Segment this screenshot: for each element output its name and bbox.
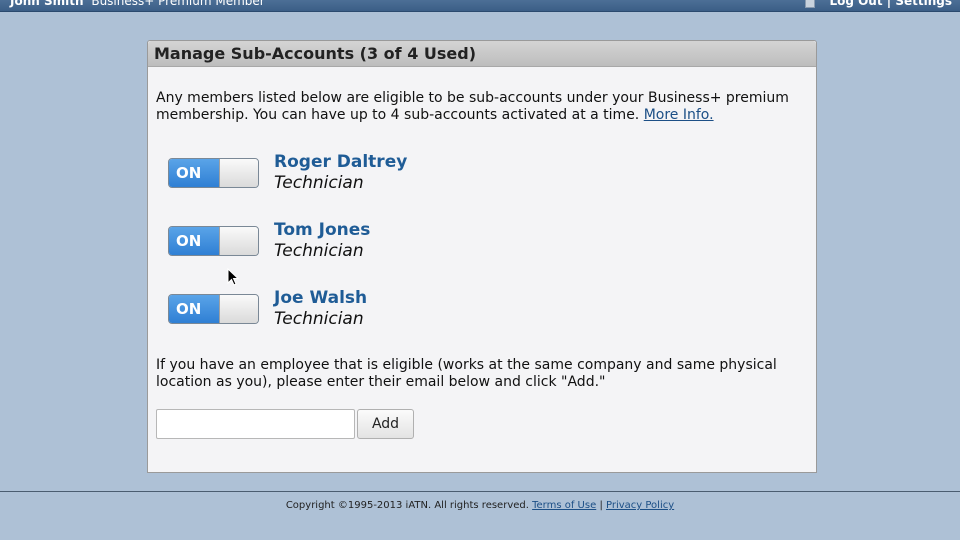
toggle-knob [219,295,258,323]
member-name: Tom Jones [274,220,371,240]
member-row: ON Joe Walsh Technician [168,288,568,338]
sub-accounts-panel: Manage Sub-Accounts (3 of 4 Used) Any me… [147,40,817,473]
footer-separator: | [599,500,603,511]
member-role: Technician [274,173,364,193]
user-info: John Smith Business+ Premium Member [10,0,265,8]
top-bar: John Smith Business+ Premium Member Log … [0,0,960,12]
more-info-link[interactable]: More Info. [644,107,714,123]
member-row: ON Roger Daltrey Technician [168,152,568,202]
terms-link[interactable]: Terms of Use [532,500,596,511]
user-name: John Smith [10,0,84,8]
intro-text: Any members listed below are eligible to… [156,90,806,124]
toggle-knob [219,227,258,255]
member-name: Joe Walsh [274,288,368,308]
account-links: Log Out | Settings [805,0,952,8]
link-separator: | [886,0,892,8]
toggle-on-label: ON [169,227,219,255]
eligibility-instructions: If you have an employee that is eligible… [156,357,777,390]
panel-title: Manage Sub-Accounts (3 of 4 Used) [148,41,816,67]
member-row: ON Tom Jones Technician [168,220,568,270]
member-role: Technician [274,241,364,261]
sub-account-toggle[interactable]: ON [168,294,259,324]
sub-account-toggle[interactable]: ON [168,226,259,256]
footer-divider [0,491,960,492]
sub-account-toggle[interactable]: ON [168,158,259,188]
add-button[interactable]: Add [357,409,414,439]
copyright-text: Copyright ©1995-2013 iATN. All rights re… [285,500,529,511]
member-name: Roger Daltrey [274,152,408,172]
member-role: Technician [274,309,364,329]
document-icon[interactable] [805,0,816,8]
toggle-knob [219,159,258,187]
logout-link[interactable]: Log Out [829,0,882,8]
footer: Copyright ©1995-2013 iATN. All rights re… [0,500,960,511]
membership-label: Business+ Premium Member [91,0,265,8]
settings-link[interactable]: Settings [895,0,952,8]
mouse-pointer-icon [227,268,239,286]
toggle-on-label: ON [169,159,219,187]
privacy-link[interactable]: Privacy Policy [606,500,674,511]
toggle-on-label: ON [169,295,219,323]
email-input[interactable] [156,409,355,439]
